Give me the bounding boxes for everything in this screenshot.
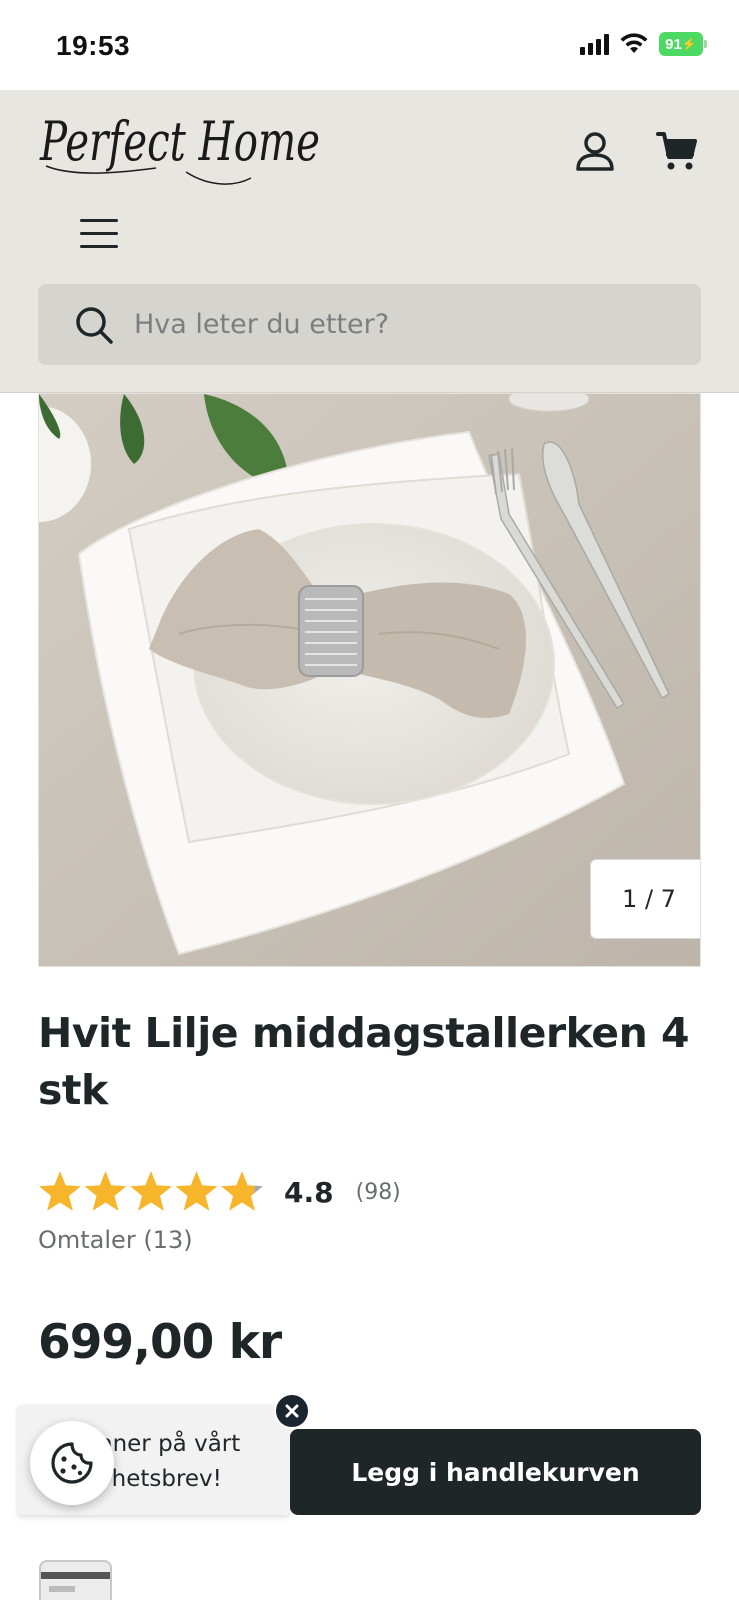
search-bar[interactable] [38, 284, 701, 365]
hamburger-icon [80, 218, 118, 222]
gallery-counter: 1 / 7 [590, 859, 700, 939]
product-price: 699,00 kr [38, 1315, 282, 1370]
star-icon [84, 1171, 127, 1211]
close-popup-button[interactable] [274, 1393, 310, 1429]
status-icons: 91 ⚡ [580, 32, 707, 56]
user-icon [576, 132, 614, 171]
cellular-signal-icon [580, 33, 609, 55]
cart-icon [656, 132, 697, 170]
star-icon [130, 1171, 172, 1211]
wifi-icon [620, 33, 648, 53]
logo-wordmark: Perfect Home [39, 110, 320, 185]
status-time: 19:53 [56, 30, 131, 61]
star-rating-icon [39, 1171, 263, 1211]
close-icon [285, 1404, 299, 1418]
search-icon[interactable] [72, 303, 116, 347]
reviews-link[interactable]: Omtaler (13) [38, 1226, 193, 1254]
battery-level: 91 [665, 35, 682, 53]
newsletter-text: nner på vårt yhetsbrev! [98, 1431, 241, 1492]
search-input[interactable] [134, 309, 654, 340]
star-icon [175, 1171, 218, 1211]
product-title: Hvit Lilje middagstallerken 4 stk [38, 1009, 690, 1114]
rating-stars [38, 1170, 264, 1214]
add-to-cart-button[interactable]: Legg i handlekurven [290, 1429, 701, 1515]
credit-card-icon [39, 1560, 112, 1600]
product-image[interactable]: 1 / 7 [38, 393, 701, 967]
cart-button[interactable] [648, 122, 706, 180]
perfect-home-logo[interactable]: Perfect Home [36, 98, 326, 199]
rating-value: 4.8 [284, 1175, 334, 1209]
status-bar: 19:53 91 ⚡ [0, 0, 739, 90]
rating-count: (98) [355, 1179, 401, 1205]
star-icon [39, 1171, 81, 1211]
cookie-settings-button[interactable] [30, 1421, 114, 1505]
rating-row[interactable]: 4.8 (98) [38, 1170, 401, 1214]
logo-text: Perfect Home [39, 110, 320, 173]
hamburger-menu-button[interactable] [72, 208, 126, 258]
account-button[interactable] [566, 122, 624, 180]
cookie-icon [51, 1442, 93, 1484]
star-icon [221, 1171, 263, 1211]
site-header: Perfect Home [0, 90, 739, 393]
battery-icon: 91 ⚡ [659, 32, 707, 56]
